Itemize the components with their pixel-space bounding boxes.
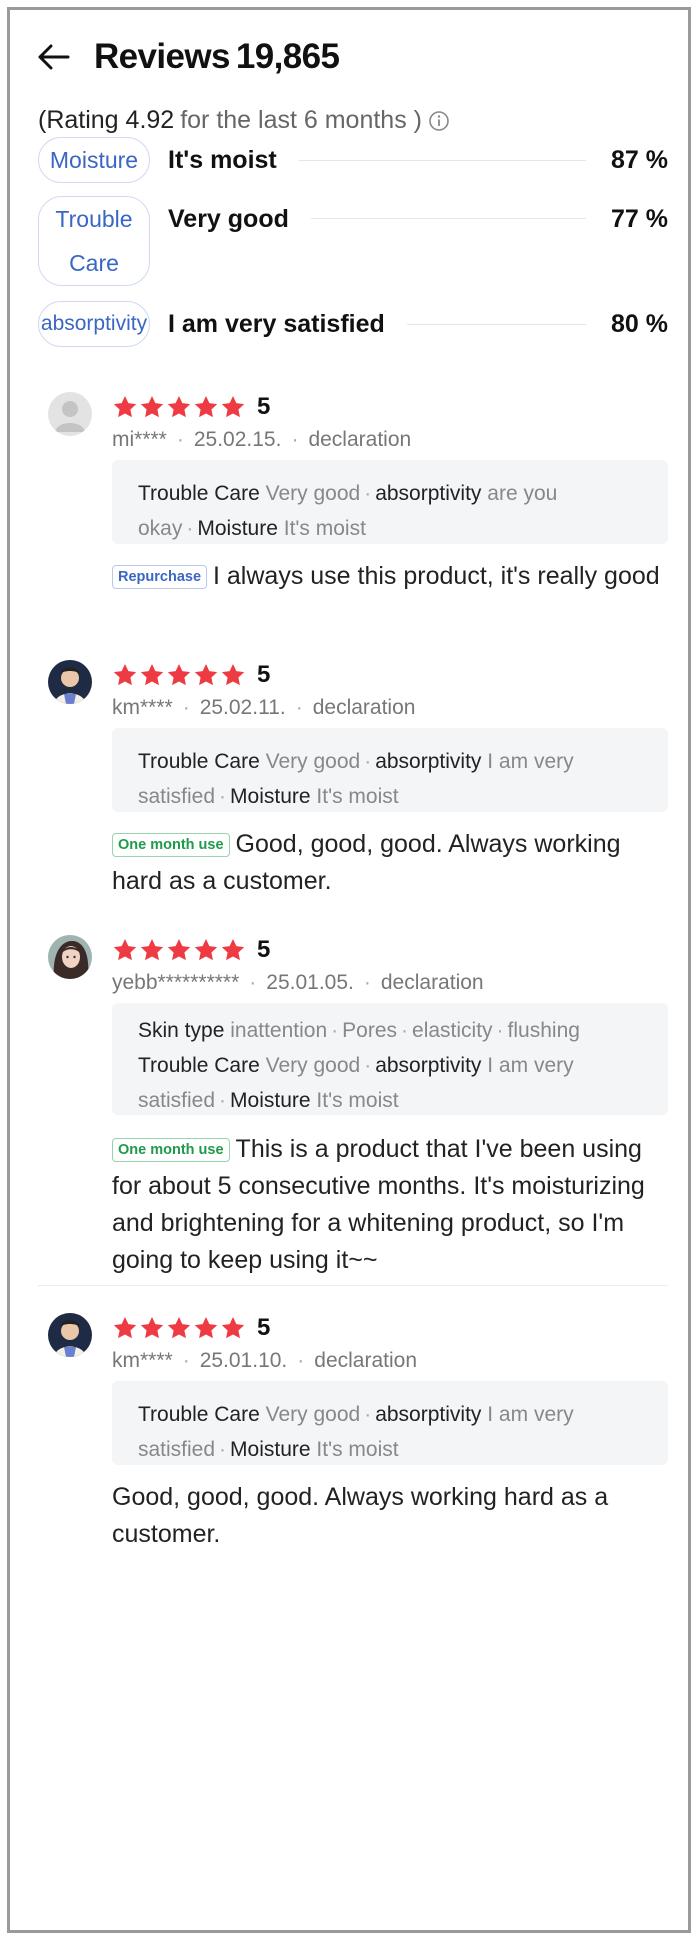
review-score: 5 [257,393,271,420]
one-month-use-badge: One month use [112,833,230,857]
review-date: 25.01.05. [266,971,354,994]
repurchase-badge: Repurchase [112,565,208,589]
star-icon [167,1316,191,1339]
star-rating: 5 [112,392,270,422]
star-icon [221,663,245,686]
review-text: Good, good, good. Always working hard as… [112,1483,609,1548]
review-meta: km**** · 25.02.11. · declaration [112,696,416,720]
chip-moisture[interactable]: Moisture [38,137,150,183]
star-rating: 5 [112,660,270,690]
summary-percent: 80 % [611,309,668,338]
avatar [48,660,92,704]
review-meta: mi**** · 25.02.15. · declaration [112,428,412,452]
review-user: yebb********** [112,971,240,994]
star-icon [221,938,245,961]
star-icon [194,1316,218,1339]
review-tag[interactable]: declaration [313,696,416,720]
star-icon [167,938,191,961]
review-tag[interactable]: declaration [381,971,484,995]
one-month-use-badge: One month use [112,1138,230,1162]
star-icon [167,395,191,418]
review-attributes: Trouble Care Very good · absorptivity I am… [112,1381,668,1465]
star-icon [113,1316,137,1339]
header: Reviews 19,865 [38,32,340,82]
star-icon [140,663,164,686]
star-icon [113,663,137,686]
review-date: 25.01.10. [199,1349,288,1372]
review-score: 5 [257,1314,271,1341]
reviews-screen: Reviews 19,865 (Rating 4.92 for the last… [7,7,691,1933]
summary-row-absorptivity: absorptivity I am very satisfied 80 % [38,300,668,348]
avatar [48,1313,92,1357]
rating-period: for the last 6 months ) [180,106,422,134]
summary-divider [406,323,586,325]
summary-label: It's moist [168,145,277,174]
review-count: 19,865 [235,37,340,76]
summary-row-moisture: Moisture It's moist 87 % [38,136,668,184]
rating-summary: (Rating 4.92 for the last 6 months ) [38,106,450,135]
star-icon [140,1316,164,1339]
summary-row-trouble-care: Trouble Care Very good 77 % [38,196,668,286]
review-text: One month use Good, good, good. Always wo… [112,830,621,895]
star-icon [140,395,164,418]
avatar [48,392,92,436]
info-icon[interactable] [428,110,450,132]
review-divider [38,1285,668,1286]
review-card: 5 mi**** · 25.02.15. · declaration Troub… [38,392,668,632]
review-card: 5 yebb********** · 25.01.05. · declarati… [38,935,668,1274]
avatar [48,935,92,979]
star-icon [221,395,245,418]
review-date: 25.02.15. [193,428,282,451]
rating-value: (Rating 4.92 [38,106,175,134]
star-rating: 5 [112,935,270,965]
review-user: km**** [112,1349,173,1372]
summary-label: Very good [168,205,289,233]
chip-absorptivity[interactable]: absorptivity [38,301,150,347]
summary-percent: 77 % [611,205,668,233]
chip-trouble-care[interactable]: Trouble Care [38,196,150,286]
page-title: Reviews [94,37,230,76]
summary-divider [310,218,586,219]
back-arrow-icon[interactable] [38,37,78,77]
review-score: 5 [257,936,271,963]
review-card: 5 km**** · 25.01.10. · declaration Troub… [38,1313,668,1553]
summary-divider [298,159,586,161]
review-user: km**** [112,696,173,719]
star-icon [221,1316,245,1339]
review-meta: yebb********** · 25.01.05. · declaration [112,971,484,995]
star-rating: 5 [112,1313,270,1343]
star-icon [113,938,137,961]
review-user: mi**** [112,428,167,451]
summary-percent: 87 % [611,145,668,174]
review-score: 5 [257,661,271,688]
review-card: 5 km**** · 25.02.11. · declaration Troub… [38,660,668,900]
star-icon [140,938,164,961]
review-meta: km**** · 25.01.10. · declaration [112,1349,418,1373]
review-attributes: Trouble Care Very good · absorptivity are … [112,460,668,544]
review-attributes: Skin type inattention · Pores · elasticity · f… [112,1003,668,1115]
review-text: Repurchase I always use this product, it'… [112,558,668,595]
review-text: One month use This is a product that I've… [112,1135,645,1274]
review-date: 25.02.11. [199,696,286,719]
review-tag[interactable]: declaration [308,428,411,452]
review-attributes: Trouble Care Very good · absorptivity I am… [112,728,668,812]
star-icon [194,395,218,418]
star-icon [194,663,218,686]
summary-label: I am very satisfied [168,309,385,338]
review-tag[interactable]: declaration [314,1349,417,1373]
star-icon [167,663,191,686]
star-icon [194,938,218,961]
star-icon [113,395,137,418]
